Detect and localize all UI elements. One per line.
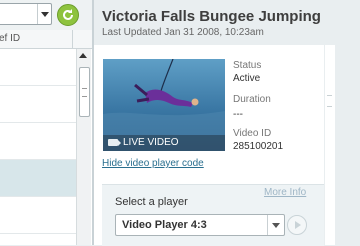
duration-label: Duration bbox=[233, 94, 271, 105]
detail-scrollbar[interactable] bbox=[325, 45, 335, 245]
video-title: Victoria Falls Bungee Jumping bbox=[102, 8, 321, 25]
select-player-label: Select a player bbox=[115, 196, 188, 208]
list-item[interactable] bbox=[0, 86, 76, 123]
video-camera-icon bbox=[108, 139, 121, 146]
status-value: Active bbox=[233, 73, 261, 84]
column-header-label: ef ID bbox=[0, 33, 21, 44]
more-info-link[interactable]: More Info bbox=[264, 187, 306, 198]
column-divider bbox=[72, 30, 73, 48]
live-video-badge: LIVE VIDEO bbox=[103, 135, 225, 151]
video-id-value: 285100201 bbox=[233, 141, 284, 152]
status-label: Status bbox=[233, 60, 262, 71]
scroll-up-arrow-icon[interactable] bbox=[79, 53, 87, 58]
player-select-value: Video Player 4:3 bbox=[122, 219, 207, 231]
list-item[interactable] bbox=[0, 123, 76, 160]
duration-value: --- bbox=[233, 109, 243, 120]
scrollbar-thumb[interactable] bbox=[327, 95, 332, 107]
video-list-pane: ef ID bbox=[0, 0, 92, 245]
list-item[interactable] bbox=[0, 49, 76, 86]
player-select[interactable]: Video Player 4:3 bbox=[115, 214, 285, 236]
chevron-down-icon[interactable] bbox=[267, 215, 284, 235]
play-icon[interactable] bbox=[287, 215, 307, 235]
scrollbar-thumb[interactable] bbox=[79, 67, 90, 117]
list-scrollbar[interactable] bbox=[76, 49, 91, 245]
video-id-label: Video ID bbox=[233, 128, 272, 139]
list-filter-dropdown[interactable] bbox=[0, 3, 52, 25]
video-thumbnail[interactable]: LIVE VIDEO bbox=[103, 59, 225, 151]
list-item[interactable] bbox=[0, 197, 76, 234]
hide-video-player-code-link[interactable]: Hide video player code bbox=[102, 158, 204, 169]
live-video-label: LIVE VIDEO bbox=[123, 137, 179, 148]
last-updated-text: Last Updated Jan 31 2008, 10:23am bbox=[102, 27, 264, 38]
chevron-down-icon[interactable] bbox=[37, 4, 51, 24]
column-header-ref-id[interactable]: ef ID bbox=[0, 30, 92, 49]
list-item-selected[interactable] bbox=[0, 160, 76, 197]
refresh-icon bbox=[63, 9, 73, 20]
list-toolbar bbox=[0, 0, 92, 31]
video-list bbox=[0, 49, 76, 245]
refresh-button[interactable] bbox=[57, 4, 79, 26]
